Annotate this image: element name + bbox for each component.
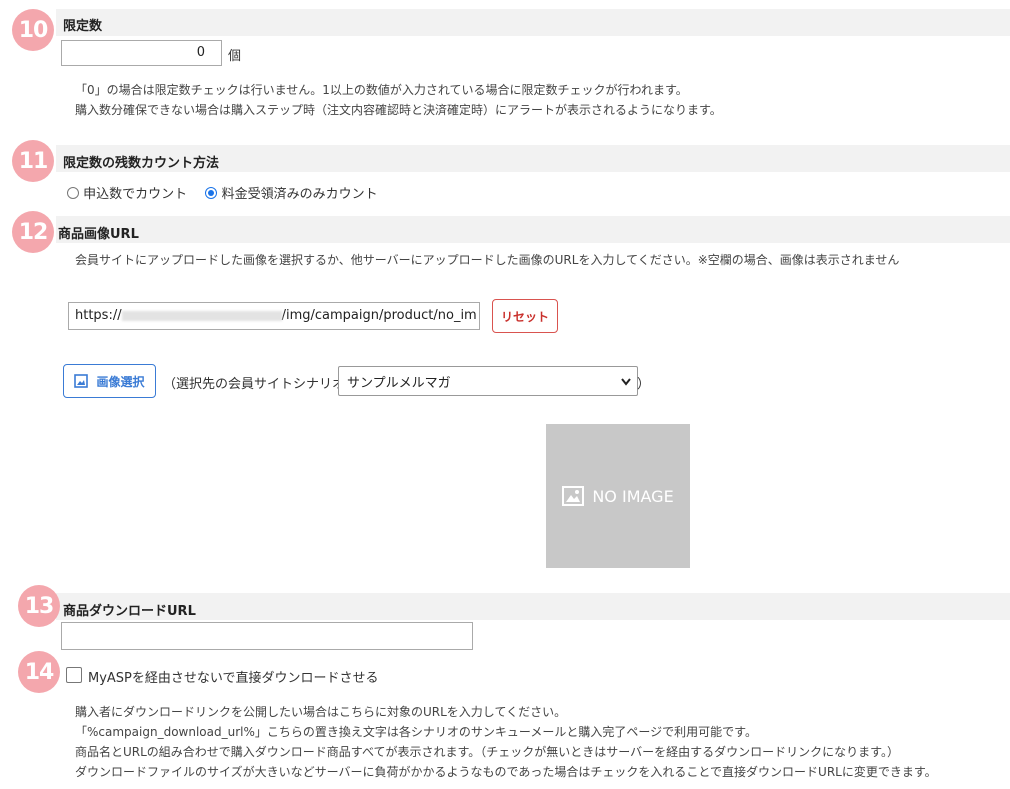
step-badge-14: 14 — [18, 651, 60, 693]
radio-applications-label[interactable]: 申込数でカウント — [83, 187, 187, 202]
limit-quantity-input[interactable]: 0 — [61, 40, 222, 66]
scenario-select-value: サンプルメルマガ — [347, 375, 451, 391]
image-url-path: /img/campaign/product/no_im — [281, 308, 477, 323]
scenario-select[interactable]: サンプルメルマガ — [338, 366, 638, 396]
radio-paid-only[interactable]: 料金受領済みのみカウント — [205, 187, 378, 202]
radio-applications[interactable]: 申込数でカウント — [67, 187, 187, 202]
image-url-note: 会員サイトにアップロードした画像を選択するか、他サーバーにアップロードした画像の… — [75, 253, 900, 267]
step-badge-10: 10 — [12, 9, 54, 51]
count-method-radio-group: 申込数でカウント 料金受領済みのみカウント — [67, 183, 378, 202]
section-12-header — [56, 216, 1010, 243]
product-image-preview: NO IMAGE — [546, 424, 690, 568]
reset-button[interactable]: リセット — [492, 299, 558, 333]
section-13-header — [56, 593, 1010, 620]
section-title-image-url: 商品画像URL — [58, 227, 139, 242]
radio-paid-only-control[interactable] — [205, 187, 218, 199]
step-badge-12: 12 — [12, 211, 54, 253]
download-note-3: 商品名とURLの組み合わせで購入ダウンロード商品すべてが表示されます。（チェック… — [75, 745, 899, 759]
section-title-download-url: 商品ダウンロードURL — [63, 604, 196, 619]
step-badge-11: 11 — [12, 140, 54, 182]
limit-note-2: 購入数分確保できない場合は購入ステップ時（注文内容確認時と決済確定時）にアラート… — [75, 103, 722, 117]
scenario-label-open: （選択先の会員サイトシナリオ — [163, 377, 346, 392]
radio-paid-only-label[interactable]: 料金受領済みのみカウント — [222, 187, 378, 202]
download-note-1: 購入者にダウンロードリンクを公開したい場合はこちらに対象のURLを入力してくださ… — [75, 705, 567, 719]
chevron-down-icon — [621, 378, 631, 386]
image-select-button[interactable]: 画像選択 — [63, 364, 156, 398]
step-badge-13: 13 — [18, 585, 60, 627]
limit-note-1: 「0」の場合は限定数チェックは行いません。1以上の数値が入力されている場合に限定… — [75, 83, 688, 97]
section-title-count-method: 限定数の残数カウント方法 — [63, 156, 220, 171]
download-note-2: 「%campaign_download_url%」こちらの置き換え文字は各シナリ… — [75, 725, 757, 739]
download-note-4: ダウンロードファイルのサイズが大きいなどサーバーに負荷がかかるようなものであった… — [75, 765, 937, 779]
download-url-input[interactable] — [61, 622, 473, 650]
image-url-prefix: https:// — [75, 308, 122, 323]
section-title-limit: 限定数 — [63, 19, 103, 34]
direct-download-checkbox[interactable] — [66, 667, 82, 683]
image-url-domain-blurred — [121, 310, 282, 321]
image-url-input[interactable]: https:// /img/campaign/product/no_im — [68, 302, 480, 330]
image-icon — [74, 374, 89, 388]
direct-download-label[interactable]: MyASPを経由させないで直接ダウンロードさせる — [88, 667, 379, 686]
limit-unit-label: 個 — [228, 49, 242, 64]
image-select-label: 画像選択 — [96, 374, 145, 389]
scenario-label-close: ） — [637, 377, 651, 392]
image-icon — [562, 486, 585, 506]
section-10-header — [56, 9, 1010, 36]
no-image-text: NO IMAGE — [592, 486, 674, 506]
radio-applications-control[interactable] — [67, 187, 79, 199]
